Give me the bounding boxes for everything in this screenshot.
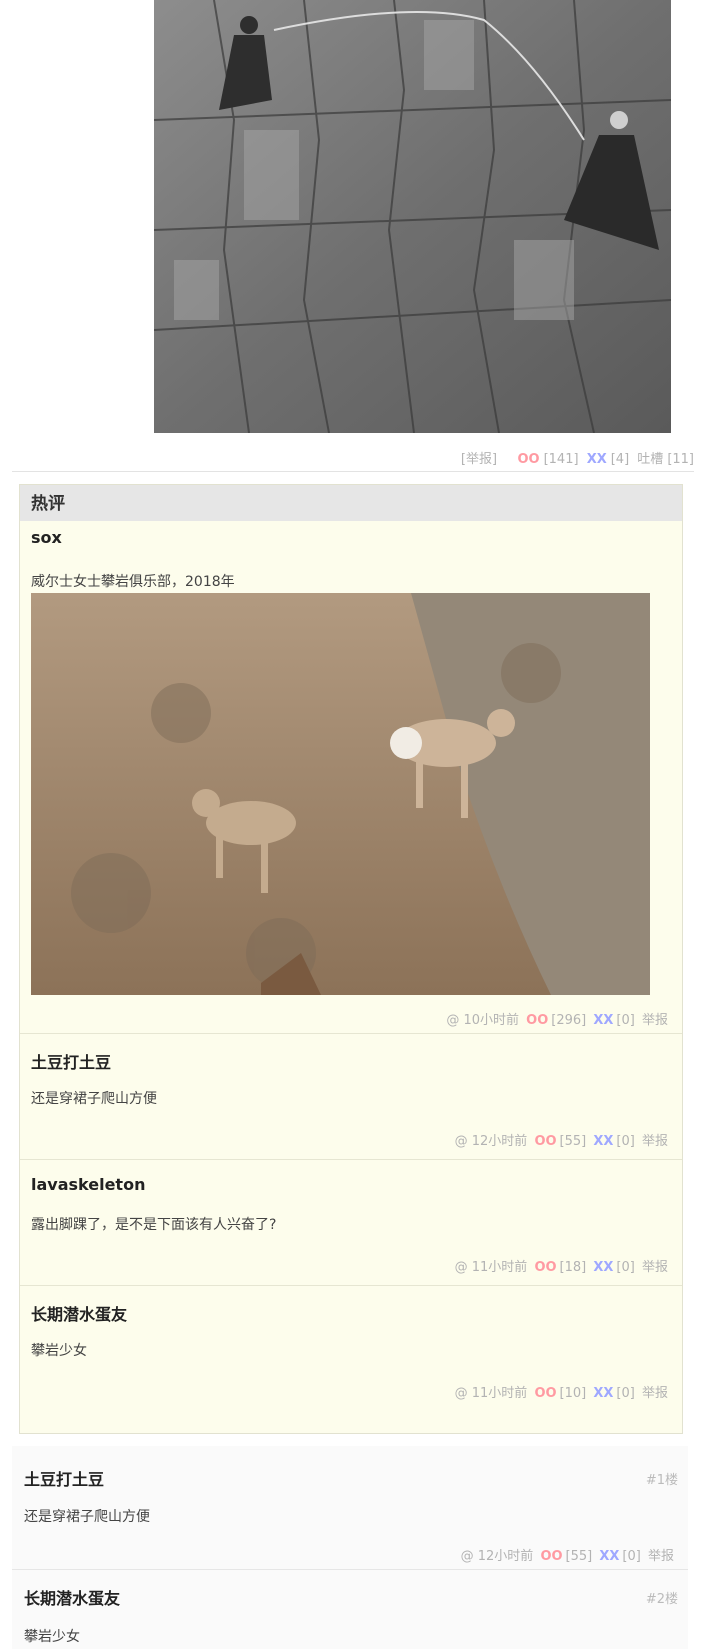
xx-button[interactable]: XX <box>599 1549 619 1564</box>
xx-count: [0] <box>616 1013 635 1028</box>
oo-button[interactable]: OO <box>526 1013 548 1028</box>
comment-author: 长期潜水蛋友 <box>24 1589 121 1608</box>
comment-meta: @ 12小时前 OO [55] XX [0] 举报 <box>452 1130 668 1149</box>
comment-author: 长期潜水蛋友 <box>31 1305 128 1324</box>
tucao-link[interactable]: 吐槽 <box>637 452 663 467</box>
oo-count: [141] <box>543 452 579 467</box>
oo-button[interactable]: OO <box>517 452 539 467</box>
xx-count: [0] <box>616 1386 635 1401</box>
oo-count: [55] <box>565 1549 593 1564</box>
report-link[interactable]: 举报 <box>642 1134 668 1149</box>
comment-time: @ 11小时前 <box>454 1260 528 1275</box>
comment-author: 土豆打土豆 <box>24 1470 105 1489</box>
floor-number[interactable]: #1楼 <box>646 1469 678 1488</box>
comment-meta: @ 11小时前 OO [10] XX [0] 举报 <box>452 1382 668 1401</box>
report-link[interactable]: 举报 <box>642 1013 668 1028</box>
comment-text: 露出脚踝了，是不是下面该有人兴奋了? <box>31 1217 277 1233</box>
oo-button[interactable]: OO <box>534 1260 556 1275</box>
xx-button[interactable]: XX <box>587 452 607 467</box>
comment-time: @ 10小时前 <box>446 1013 520 1028</box>
xx-count: [4] <box>610 452 630 467</box>
hot-comments-title: 热评 <box>20 485 682 521</box>
comment-text: 还是穿裙子爬山方便 <box>31 1091 157 1107</box>
hot-comment: lavaskeleton 露出脚踝了，是不是下面该有人兴奋了? @ 11小时前 … <box>20 1160 682 1286</box>
comment-meta: @ 12小时前 OO [55] XX [0] 举报 <box>458 1545 674 1564</box>
comment-meta: @ 11小时前 OO [18] XX [0] 举报 <box>452 1256 668 1275</box>
comment-author: 土豆打土豆 <box>31 1053 112 1072</box>
oo-button[interactable]: OO <box>540 1549 562 1564</box>
report-link[interactable]: [举报] <box>461 452 497 467</box>
floor-comment: 长期潜水蛋友 #2楼 攀岩少女 <box>12 1570 688 1649</box>
climbers-image <box>153 0 672 434</box>
comment-author: sox <box>31 528 62 547</box>
comment-author: lavaskeleton <box>31 1175 146 1194</box>
comment-text: 攀岩少女 <box>31 1343 87 1359</box>
post-photo <box>153 0 672 434</box>
hot-comment: 长期潜水蛋友 攀岩少女 @ 11小时前 OO [10] XX [0] 举报 <box>20 1286 682 1433</box>
xx-button[interactable]: XX <box>593 1260 613 1275</box>
oo-count: [10] <box>559 1386 587 1401</box>
floor-comment: 土豆打土豆 #1楼 还是穿裙子爬山方便 @ 12小时前 OO [55] XX [0]… <box>12 1446 688 1570</box>
hot-comment: sox 威尔士女士攀岩俱乐部，2018年 @ 10小时前 OO [296] XX… <box>20 521 682 1034</box>
floor-number[interactable]: #2楼 <box>646 1588 678 1607</box>
comment-meta: @ 10小时前 OO [296] XX [0] 举报 <box>443 1009 668 1028</box>
report-link[interactable]: 举报 <box>648 1549 674 1564</box>
xx-count: [0] <box>616 1260 635 1275</box>
oo-button[interactable]: OO <box>534 1134 556 1149</box>
comment-text: 攀岩少女 <box>24 1629 80 1645</box>
xx-button[interactable]: XX <box>593 1013 613 1028</box>
report-link[interactable]: 举报 <box>642 1386 668 1401</box>
hot-comment: 土豆打土豆 还是穿裙子爬山方便 @ 12小时前 OO [55] XX [0] 举报 <box>20 1034 682 1160</box>
comment-text: 威尔士女士攀岩俱乐部，2018年 <box>31 574 235 590</box>
oo-button[interactable]: OO <box>534 1386 556 1401</box>
post-actions-bar: [举报] OO [141] XX [4] 吐槽 [11] <box>12 440 694 472</box>
xx-button[interactable]: XX <box>593 1386 613 1401</box>
report-link[interactable]: 举报 <box>642 1260 668 1275</box>
oo-count: [296] <box>551 1013 587 1028</box>
oo-count: [18] <box>559 1260 587 1275</box>
comment-time: @ 12小时前 <box>454 1134 528 1149</box>
comment-time: @ 12小时前 <box>460 1549 534 1564</box>
oo-count: [55] <box>559 1134 587 1149</box>
comment-time: @ 11小时前 <box>454 1386 528 1401</box>
goats-image <box>31 593 650 995</box>
xx-count: [0] <box>616 1134 635 1149</box>
hot-comments-box: 热评 sox 威尔士女士攀岩俱乐部，2018年 @ 10小时前 OO [296]… <box>19 484 683 1434</box>
tucao-count: [11] <box>667 452 694 467</box>
comment-text: 还是穿裙子爬山方便 <box>24 1509 150 1525</box>
comment-photo <box>31 593 650 995</box>
xx-count: [0] <box>622 1549 641 1564</box>
xx-button[interactable]: XX <box>593 1134 613 1149</box>
